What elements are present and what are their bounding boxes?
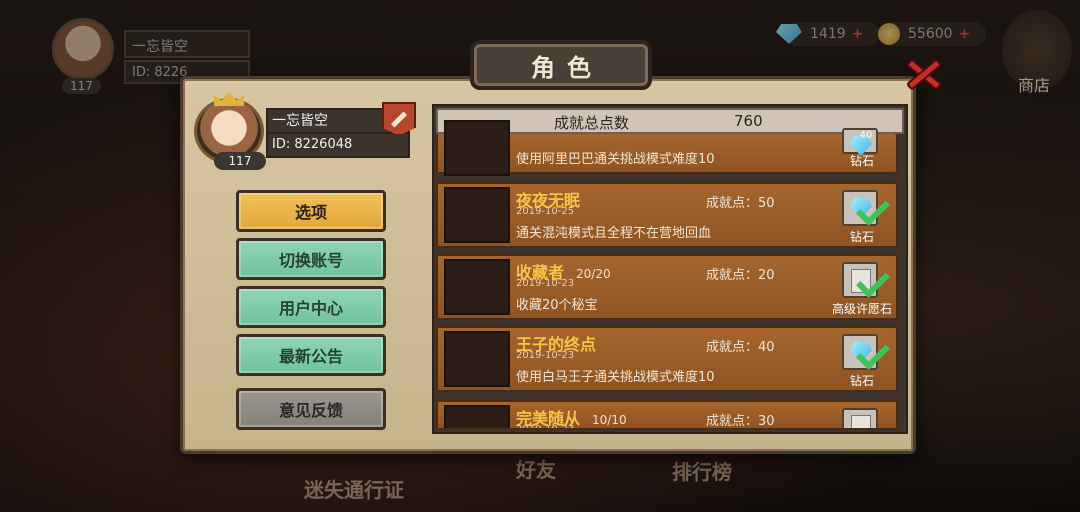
crown-icon: [444, 331, 510, 387]
hud-avatar: [52, 18, 114, 80]
achievement-description: 收藏20个秘宝: [516, 298, 598, 313]
achievement-description: 使用白马王子通关挑战模式难度10: [516, 370, 715, 385]
achievement-date: 2019-10-23: [516, 278, 575, 289]
achievement-total-label: 成就总点数: [554, 114, 630, 132]
red-ghost-icon: [444, 187, 510, 243]
achievement-date: 2019-10-23: [516, 350, 575, 361]
bottom-nav-rankings: 排行榜: [672, 460, 732, 484]
shop-label: 商店: [1018, 76, 1051, 95]
reward-label: 钻石: [849, 374, 874, 388]
trophy-cup-icon: [444, 259, 510, 315]
menu-options-button[interactable]: 选项: [236, 190, 386, 232]
player-id: ID: 8226048: [266, 132, 410, 158]
coin-icon: [878, 23, 900, 45]
achievement-item[interactable]: 完美随从 10/10 2019-10-23 成就点：30: [436, 400, 898, 430]
reward-label: 钻石: [849, 154, 874, 168]
hud-level-badge: 117: [62, 78, 101, 94]
bottom-nav-pass: 迷失通行证: [304, 478, 404, 502]
reward-count: 40: [859, 130, 873, 141]
achievement-date: 2019-10-23: [516, 424, 575, 430]
achievement-progress: 20/20: [576, 267, 611, 281]
achievement-description: 通关混沌模式且全程不在营地回血: [516, 226, 712, 241]
menu-feedback-button[interactable]: 意见反馈: [236, 388, 386, 430]
achievement-date: 2019-10-25: [516, 206, 575, 217]
pencil-icon: [390, 110, 408, 128]
menu-switch-account-button[interactable]: 切换账号: [236, 238, 386, 280]
add-gems-icon: +: [851, 26, 864, 42]
achievement-progress: 10/10: [592, 413, 627, 427]
achievement-item[interactable]: 王子的终点 2019-10-23 使用白马王子通关挑战模式难度10 成就点：40…: [436, 326, 898, 392]
achievement-points: 成就点：50: [706, 196, 775, 211]
gem-amount: 1419: [810, 26, 846, 42]
gold-counter: 55600 +: [878, 22, 986, 46]
achievement-points: 成就点：40: [706, 340, 775, 355]
close-button[interactable]: [898, 52, 946, 96]
achievement-item[interactable]: 收藏者 20/20 2019-10-23 收藏20个秘宝 成就点：20 高级许愿石: [436, 254, 898, 320]
menu-announcements-button[interactable]: 最新公告: [236, 334, 386, 376]
hud-player-name: 一忘皆空: [124, 30, 250, 58]
achievement-item[interactable]: 夜夜无眠 2019-10-25 通关混沌模式且全程不在营地回血 成就点：50 钻…: [436, 182, 898, 248]
reward-label: 高级许愿石: [831, 302, 892, 316]
add-gold-icon: +: [958, 26, 971, 42]
achievement-points: 成就点：20: [706, 268, 775, 283]
reward-slot: [842, 408, 878, 428]
bottom-nav-friends: 好友: [516, 458, 556, 482]
achievement-total-value: 760: [734, 112, 763, 130]
gem-counter: 1419 +: [776, 22, 880, 46]
reward-label: 钻石: [849, 230, 874, 244]
achievement-points: 成就点：30: [706, 414, 775, 429]
player-level-badge: 117: [214, 152, 266, 170]
panel-title: 角色: [470, 40, 652, 90]
achievement-icon: [444, 120, 510, 176]
menu-user-center-button[interactable]: 用户中心: [236, 286, 386, 328]
clover-icon: [851, 415, 871, 428]
achievement-description: 使用阿里巴巴通关挑战模式难度10: [516, 152, 715, 167]
achievement-item[interactable]: 使用阿里巴巴通关挑战模式难度10 40 钻石: [436, 120, 898, 176]
medal-icon: [444, 405, 510, 428]
gold-amount: 55600: [908, 26, 953, 42]
